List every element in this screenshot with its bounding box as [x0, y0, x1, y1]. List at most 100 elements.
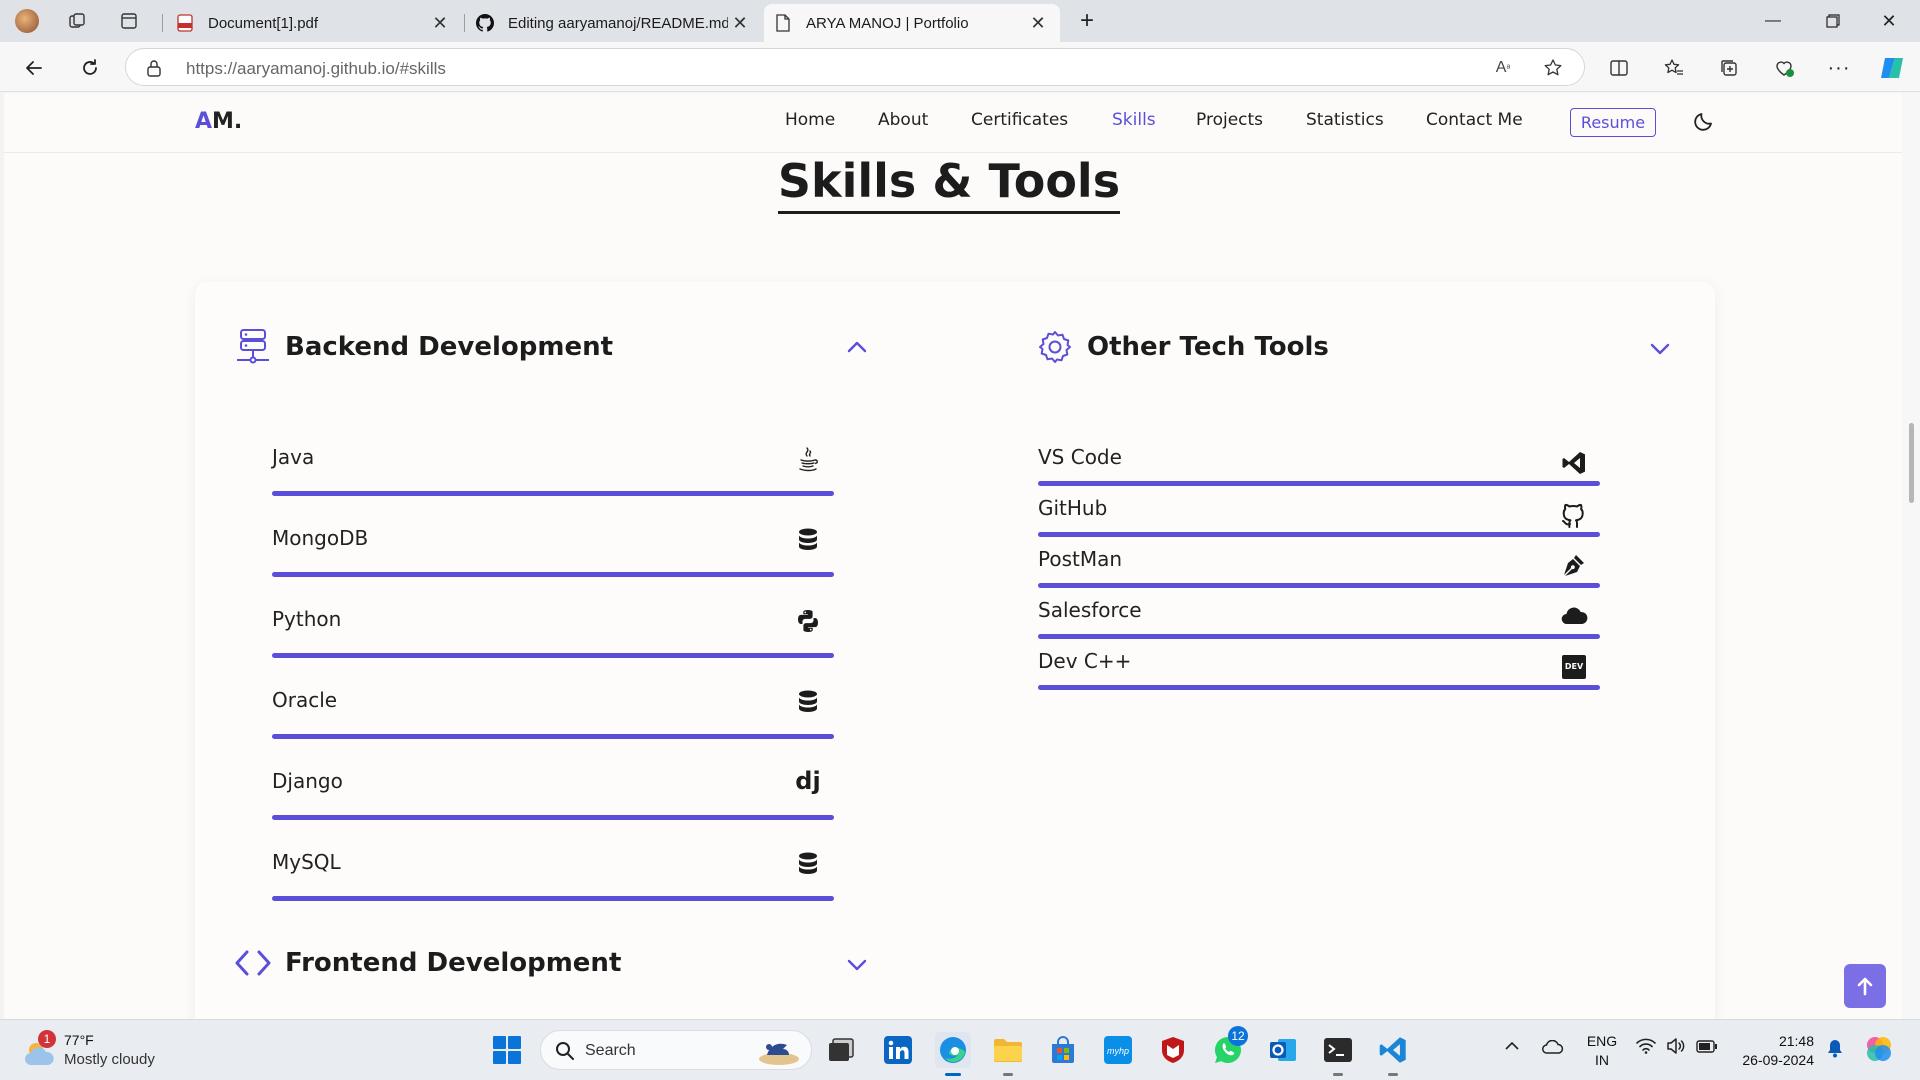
nav-about[interactable]: About — [878, 110, 928, 130]
microsoft-store-icon[interactable] — [1045, 1032, 1081, 1068]
chevron-down-icon[interactable] — [1647, 336, 1673, 362]
copilot-icon[interactable] — [1876, 52, 1908, 84]
linkedin-icon[interactable] — [880, 1032, 916, 1068]
tab-portfolio[interactable]: ARYA MANOJ | Portfolio ✕ — [764, 4, 1060, 42]
skill-bar — [272, 896, 834, 901]
workspaces-icon[interactable] — [62, 6, 92, 36]
scrollbar-thumb[interactable] — [1909, 423, 1914, 503]
outlook-icon[interactable] — [1265, 1032, 1301, 1068]
url-path: /#skills — [394, 59, 446, 78]
skill-item: MongoDB — [272, 526, 834, 577]
notification-bell-icon[interactable] — [1826, 1038, 1844, 1061]
frontend-group-header[interactable]: Frontend Development — [233, 938, 621, 988]
nav-projects[interactable]: Projects — [1196, 110, 1263, 130]
split-screen-icon[interactable] — [1603, 52, 1635, 84]
skill-bar-fill — [1038, 532, 1600, 537]
database-icon — [794, 850, 822, 878]
lang-line2: IN — [1595, 1052, 1609, 1068]
taskbar-clock[interactable]: 21:48 26-09-2024 — [1738, 1032, 1814, 1070]
onedrive-icon[interactable] — [1542, 1039, 1564, 1057]
close-icon[interactable]: ✕ — [428, 13, 452, 34]
favorites-icon[interactable] — [1658, 52, 1690, 84]
chevron-up-icon[interactable] — [1504, 1038, 1520, 1054]
battery-icon[interactable] — [1696, 1040, 1718, 1056]
skill-item: VS Code — [1038, 445, 1600, 486]
skill-name: Django — [272, 769, 343, 793]
chevron-down-icon[interactable] — [844, 952, 870, 978]
skill-item: Salesforce — [1038, 598, 1600, 639]
back-arrow-icon[interactable] — [18, 52, 50, 84]
gear-icon — [1035, 327, 1075, 367]
skill-item: Dev C++ DEV — [1038, 649, 1600, 690]
weather-widget[interactable]: 1 77°F Mostly cloudy — [22, 1030, 182, 1072]
skill-bar-fill — [272, 896, 834, 901]
svg-text:myhp: myhp — [1107, 1046, 1129, 1056]
windows-taskbar: 1 77°F Mostly cloudy Search myhp 12 ENG … — [0, 1019, 1920, 1080]
language-indicator[interactable]: ENG IN — [1584, 1032, 1620, 1070]
skill-item: MySQL — [272, 850, 834, 901]
lock-icon[interactable] — [146, 59, 162, 82]
refresh-icon[interactable] — [74, 52, 106, 84]
new-tab-icon[interactable]: + — [1072, 6, 1102, 36]
skill-name: Dev C++ — [1038, 649, 1132, 673]
window-close-icon[interactable]: ✕ — [1874, 8, 1904, 34]
whatsapp-icon[interactable]: 12 — [1210, 1026, 1248, 1068]
moon-icon[interactable] — [1690, 107, 1718, 135]
browser-essentials-icon[interactable] — [1768, 52, 1800, 84]
edge-browser-icon[interactable] — [935, 1032, 971, 1076]
file-explorer-icon[interactable] — [990, 1032, 1026, 1076]
vscode-taskbar-icon[interactable] — [1375, 1032, 1411, 1076]
chevron-up-icon[interactable] — [844, 334, 870, 360]
close-icon[interactable]: ✕ — [1026, 13, 1050, 34]
restore-icon[interactable] — [1818, 8, 1848, 34]
skill-bar — [272, 572, 834, 577]
nav-home[interactable]: Home — [785, 110, 835, 130]
skill-item: Django dj — [272, 767, 834, 820]
url-text[interactable]: https://aaryamanoj.github.io/#skills — [186, 59, 446, 79]
minimize-icon[interactable]: — — [1758, 8, 1788, 34]
backend-group-header[interactable]: Backend Development — [233, 322, 613, 372]
url-host: https://aaryamanoj.github.io — [186, 59, 395, 78]
task-view-icon[interactable] — [823, 1032, 859, 1068]
nav-certificates[interactable]: Certificates — [971, 110, 1068, 130]
volume-icon[interactable] — [1666, 1038, 1686, 1057]
page-scrollbar[interactable] — [1902, 93, 1920, 1019]
tab-pdf[interactable]: Document[1].pdf ✕ — [166, 4, 462, 42]
site-logo[interactable]: AM. — [195, 109, 242, 134]
tab-github-editor[interactable]: Editing aaryamanoj/README.md ✕ — [466, 4, 762, 42]
nav-contact[interactable]: Contact Me — [1426, 110, 1523, 130]
myhp-icon[interactable]: myhp — [1100, 1032, 1136, 1068]
wifi-icon[interactable] — [1636, 1038, 1656, 1057]
profile-avatar[interactable] — [12, 6, 42, 36]
tab-actions-icon[interactable] — [114, 6, 144, 36]
tab-title: Editing aaryamanoj/README.md — [508, 14, 728, 32]
skill-bar — [1038, 685, 1600, 690]
skill-bar — [272, 491, 834, 496]
skill-bar-fill — [1038, 583, 1600, 588]
tools-group-header[interactable]: Other Tech Tools — [1035, 322, 1329, 372]
django-icon: dj — [795, 767, 821, 795]
copilot-taskbar-icon[interactable] — [1864, 1034, 1894, 1067]
weather-temp: 77°F — [64, 1032, 94, 1048]
skill-bar — [1038, 634, 1600, 639]
skill-name: VS Code — [1038, 445, 1122, 469]
nav-statistics[interactable]: Statistics — [1306, 110, 1384, 130]
scroll-to-top-button[interactable] — [1844, 964, 1886, 1008]
group-title: Backend Development — [285, 332, 614, 362]
collections-icon[interactable] — [1713, 52, 1745, 84]
windows-start-icon[interactable] — [489, 1032, 525, 1068]
skill-name: GitHub — [1038, 496, 1108, 520]
nav-skills[interactable]: Skills — [1112, 110, 1156, 130]
close-icon[interactable]: ✕ — [728, 13, 752, 34]
weather-badge: 1 — [38, 1030, 56, 1048]
skill-name: PostMan — [1038, 547, 1123, 571]
taskbar-search[interactable]: Search — [540, 1030, 812, 1070]
terminal-icon[interactable] — [1320, 1032, 1356, 1076]
resume-button[interactable]: Resume — [1570, 108, 1656, 137]
favorite-star-icon[interactable] — [1540, 55, 1566, 81]
more-options-icon[interactable]: ··· — [1823, 52, 1855, 84]
read-aloud-icon[interactable]: Aᵃ — [1490, 55, 1516, 81]
skill-bar — [1038, 481, 1600, 486]
mcafee-icon[interactable] — [1155, 1032, 1191, 1068]
address-bar[interactable]: https://aaryamanoj.github.io/#skills Aᵃ — [125, 48, 1585, 86]
